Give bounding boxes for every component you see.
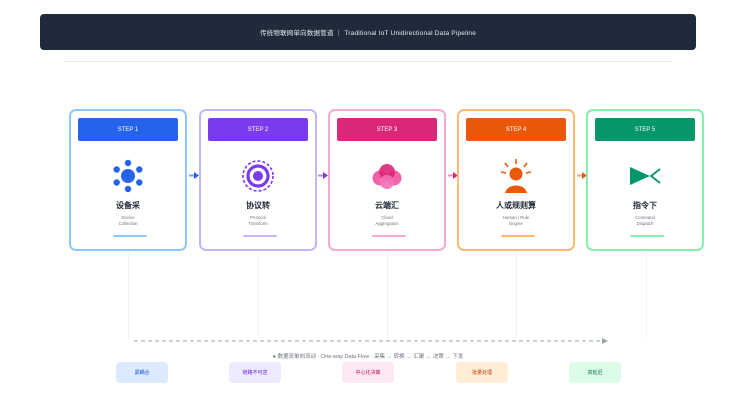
guide-line [387,253,388,338]
step-title: 设备采 [116,201,140,210]
tag-high-latency: 高延迟 [569,362,621,383]
flow-arrow-icon [189,172,199,179]
accent-bar [630,235,664,237]
step-title: 协议转 [246,201,270,210]
header-banner: 传统物联网单向数据管道 ｜ Traditional IoT Unidirecti… [40,14,696,50]
tag-irreversible-link: 链路不可逆 [229,362,281,383]
flow-caption: ● 数据流单向流动 · One-way Data Flow · 采集 → 转换 … [272,354,464,360]
divider [64,61,672,62]
step-label: STEP 4 [466,118,566,141]
guide-line [646,253,647,338]
page-title: 传统物联网单向数据管道 ｜ Traditional IoT Unidirecti… [259,30,477,37]
step-label: STEP 5 [595,118,695,141]
step-subtitle: Command Dispatch [635,215,655,226]
step-label: STEP 3 [337,118,437,141]
step-title: 指令下 [633,201,657,210]
cloud-cluster-icon [372,164,402,189]
protocol-ring-icon [242,160,274,192]
person-rule-icon [500,159,532,193]
tag-centralized-decision: 中心化决策 [342,362,394,383]
step-subtitle: Device Collection [118,215,138,226]
step-subtitle: Cloud Aggregation [375,215,399,226]
step-card-cloud-aggregation: STEP 3 云端汇 Cloud Aggregation [328,109,446,251]
step-title: 云端汇 [375,201,399,210]
guide-line [128,253,129,338]
device-cluster-icon [113,159,143,193]
accent-bar [372,235,406,237]
step-card-device-collection: STEP 1 设备采 Device Collection [69,109,187,251]
step-subtitle: Human / Rule Engine [502,215,530,226]
step-card-human-rule-engine: STEP 4 人或规则算 Human / Rule Engine [457,109,575,251]
step-card-command-dispatch: STEP 5 指令下 Command Dispatch [586,109,704,251]
one-way-flow-line [134,338,608,344]
command-dispatch-icon [630,167,661,185]
step-label: STEP 1 [78,118,178,141]
accent-bar [113,235,147,237]
step-label: STEP 2 [208,118,308,141]
step-subtitle: Protocol Transform [248,215,268,226]
accent-bar [243,235,277,237]
guide-line [516,253,517,338]
accent-bar [501,235,535,237]
tag-tight-coupling: 紧耦合 [116,362,168,383]
step-card-protocol-transform: STEP 2 协议转 Protocol Transform [199,109,317,251]
guide-line [258,253,259,338]
step-title: 人或规则算 [496,201,536,210]
flow-arrow-icon [318,172,328,179]
tag-batch-processing: 批量处理 [456,362,508,383]
